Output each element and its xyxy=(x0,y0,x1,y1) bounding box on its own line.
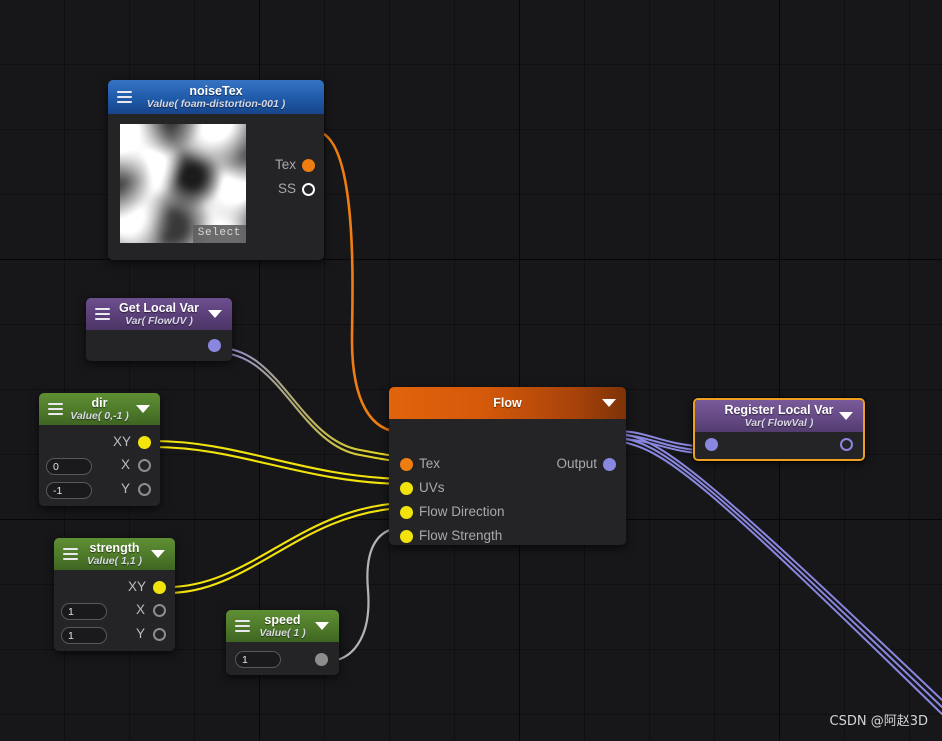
node-get-local-var[interactable]: Get Local Var Var( FlowUV ) xyxy=(86,298,232,361)
node-subtitle: Var( FlowUV ) xyxy=(125,315,193,327)
port-label-tex: Tex xyxy=(419,456,441,471)
port-label-x: X xyxy=(120,457,130,472)
speed-value-input[interactable] xyxy=(235,651,281,668)
chevron-down-icon[interactable] xyxy=(136,405,150,413)
node-body-get-local-var xyxy=(86,330,232,361)
output-port-y[interactable] xyxy=(153,628,166,641)
port-label-uvs: UVs xyxy=(419,480,445,495)
output-port-tex[interactable] xyxy=(302,159,315,172)
input-port-tex[interactable] xyxy=(400,458,413,471)
input-port-flow-strength[interactable] xyxy=(400,530,413,543)
watermark: CSDN @阿赵3D xyxy=(829,714,928,729)
strength-y-input[interactable] xyxy=(61,627,107,644)
node-title: speed xyxy=(264,613,301,627)
node-header-noisetex[interactable]: noiseTex Value( foam-distortion-001 ) xyxy=(108,80,324,114)
hamburger-icon[interactable] xyxy=(63,548,78,560)
wire-speed-to-flow-speed xyxy=(327,526,404,663)
node-subtitle: Var( FlowVal ) xyxy=(744,417,814,429)
node-subtitle: Value( foam-distortion-001 ) xyxy=(146,98,286,110)
wire-strength-to-flow-strength xyxy=(166,501,404,595)
strength-x-input[interactable] xyxy=(61,603,107,620)
node-header-get-local-var[interactable]: Get Local Var Var( FlowUV ) xyxy=(86,298,232,330)
output-port-variable[interactable] xyxy=(840,438,853,451)
port-label-output: Output xyxy=(556,456,597,471)
node-register-local-var[interactable]: Register Local Var Var( FlowVal ) xyxy=(693,398,865,461)
output-port-output[interactable] xyxy=(603,458,616,471)
node-body-speed xyxy=(226,642,339,675)
node-title: Get Local Var xyxy=(119,301,199,315)
node-header-flow[interactable]: Flow xyxy=(389,387,626,419)
wire-flow-output-to-offscreen xyxy=(615,432,942,715)
port-label-flow-strength: Flow Strength xyxy=(419,528,503,543)
texture-preview[interactable]: Select xyxy=(120,124,246,243)
chevron-down-icon[interactable] xyxy=(315,622,329,630)
hamburger-icon[interactable] xyxy=(95,308,110,320)
node-title: Register Local Var xyxy=(724,403,834,417)
node-speed[interactable]: speed Value( 1 ) xyxy=(226,610,339,675)
node-strength[interactable]: strength Value( 1,1 ) XY X Y xyxy=(54,538,175,651)
port-label-xy: XY xyxy=(112,434,131,449)
input-port-variable[interactable] xyxy=(705,438,718,451)
chevron-down-icon[interactable] xyxy=(602,399,616,407)
output-port-float[interactable] xyxy=(315,653,328,666)
node-body-flow: Tex UVs Flow Direction Flow Strength Flo… xyxy=(389,419,626,545)
node-graph-canvas[interactable]: noiseTex Value( foam-distortion-001 ) Se… xyxy=(0,0,942,741)
node-header-register-local-var[interactable]: Register Local Var Var( FlowVal ) xyxy=(695,400,863,432)
node-dir[interactable]: dir Value( 0,-1 ) XY X Y xyxy=(39,393,160,506)
node-subtitle: Value( 0,-1 ) xyxy=(70,410,129,422)
node-header-speed[interactable]: speed Value( 1 ) xyxy=(226,610,339,642)
output-port-xy[interactable] xyxy=(153,581,166,594)
input-port-flow-direction[interactable] xyxy=(400,506,413,519)
output-port-xy[interactable] xyxy=(138,436,151,449)
port-label-tex: Tex xyxy=(274,157,296,172)
hamburger-icon[interactable] xyxy=(48,403,63,415)
node-title: strength xyxy=(89,541,140,555)
select-texture-button[interactable]: Select xyxy=(192,225,246,243)
chevron-down-icon[interactable] xyxy=(208,310,222,318)
node-body-noisetex: Select Tex SS xyxy=(108,114,324,260)
port-label-y: Y xyxy=(120,481,130,496)
port-label-x: X xyxy=(135,602,145,617)
hamburger-icon[interactable] xyxy=(117,91,132,103)
output-port-ss[interactable] xyxy=(302,183,315,196)
output-port-x[interactable] xyxy=(138,459,151,472)
output-port-y[interactable] xyxy=(138,483,151,496)
node-subtitle: Value( 1 ) xyxy=(259,627,306,639)
node-noisetex[interactable]: noiseTex Value( foam-distortion-001 ) Se… xyxy=(108,80,324,260)
chevron-down-icon[interactable] xyxy=(839,412,853,420)
output-port-x[interactable] xyxy=(153,604,166,617)
node-title: dir xyxy=(91,396,108,410)
wire-localvar-to-flow-uvs xyxy=(217,346,404,463)
port-label-flow-direction: Flow Direction xyxy=(419,504,505,519)
node-title: Flow xyxy=(493,396,522,410)
node-header-dir[interactable]: dir Value( 0,-1 ) xyxy=(39,393,160,425)
node-body-strength: XY X Y xyxy=(54,570,175,651)
dir-x-input[interactable] xyxy=(46,458,92,475)
dir-y-input[interactable] xyxy=(46,482,92,499)
port-label-y: Y xyxy=(135,626,145,641)
node-title: noiseTex xyxy=(189,84,243,98)
chevron-down-icon[interactable] xyxy=(151,550,165,558)
output-port-variable[interactable] xyxy=(208,339,221,352)
port-label-xy: XY xyxy=(127,579,146,594)
hamburger-icon[interactable] xyxy=(235,620,250,632)
input-port-uvs[interactable] xyxy=(400,482,413,495)
node-flow[interactable]: Flow Tex UVs Flow Direction Flow Strengt… xyxy=(389,387,626,545)
wire-dir-to-flow-direction xyxy=(151,439,404,486)
node-subtitle: Value( 1,1 ) xyxy=(86,555,143,567)
port-label-ss: SS xyxy=(277,181,296,196)
node-body-dir: XY X Y xyxy=(39,425,160,506)
node-body-register-local-var xyxy=(695,432,863,459)
node-header-strength[interactable]: strength Value( 1,1 ) xyxy=(54,538,175,570)
